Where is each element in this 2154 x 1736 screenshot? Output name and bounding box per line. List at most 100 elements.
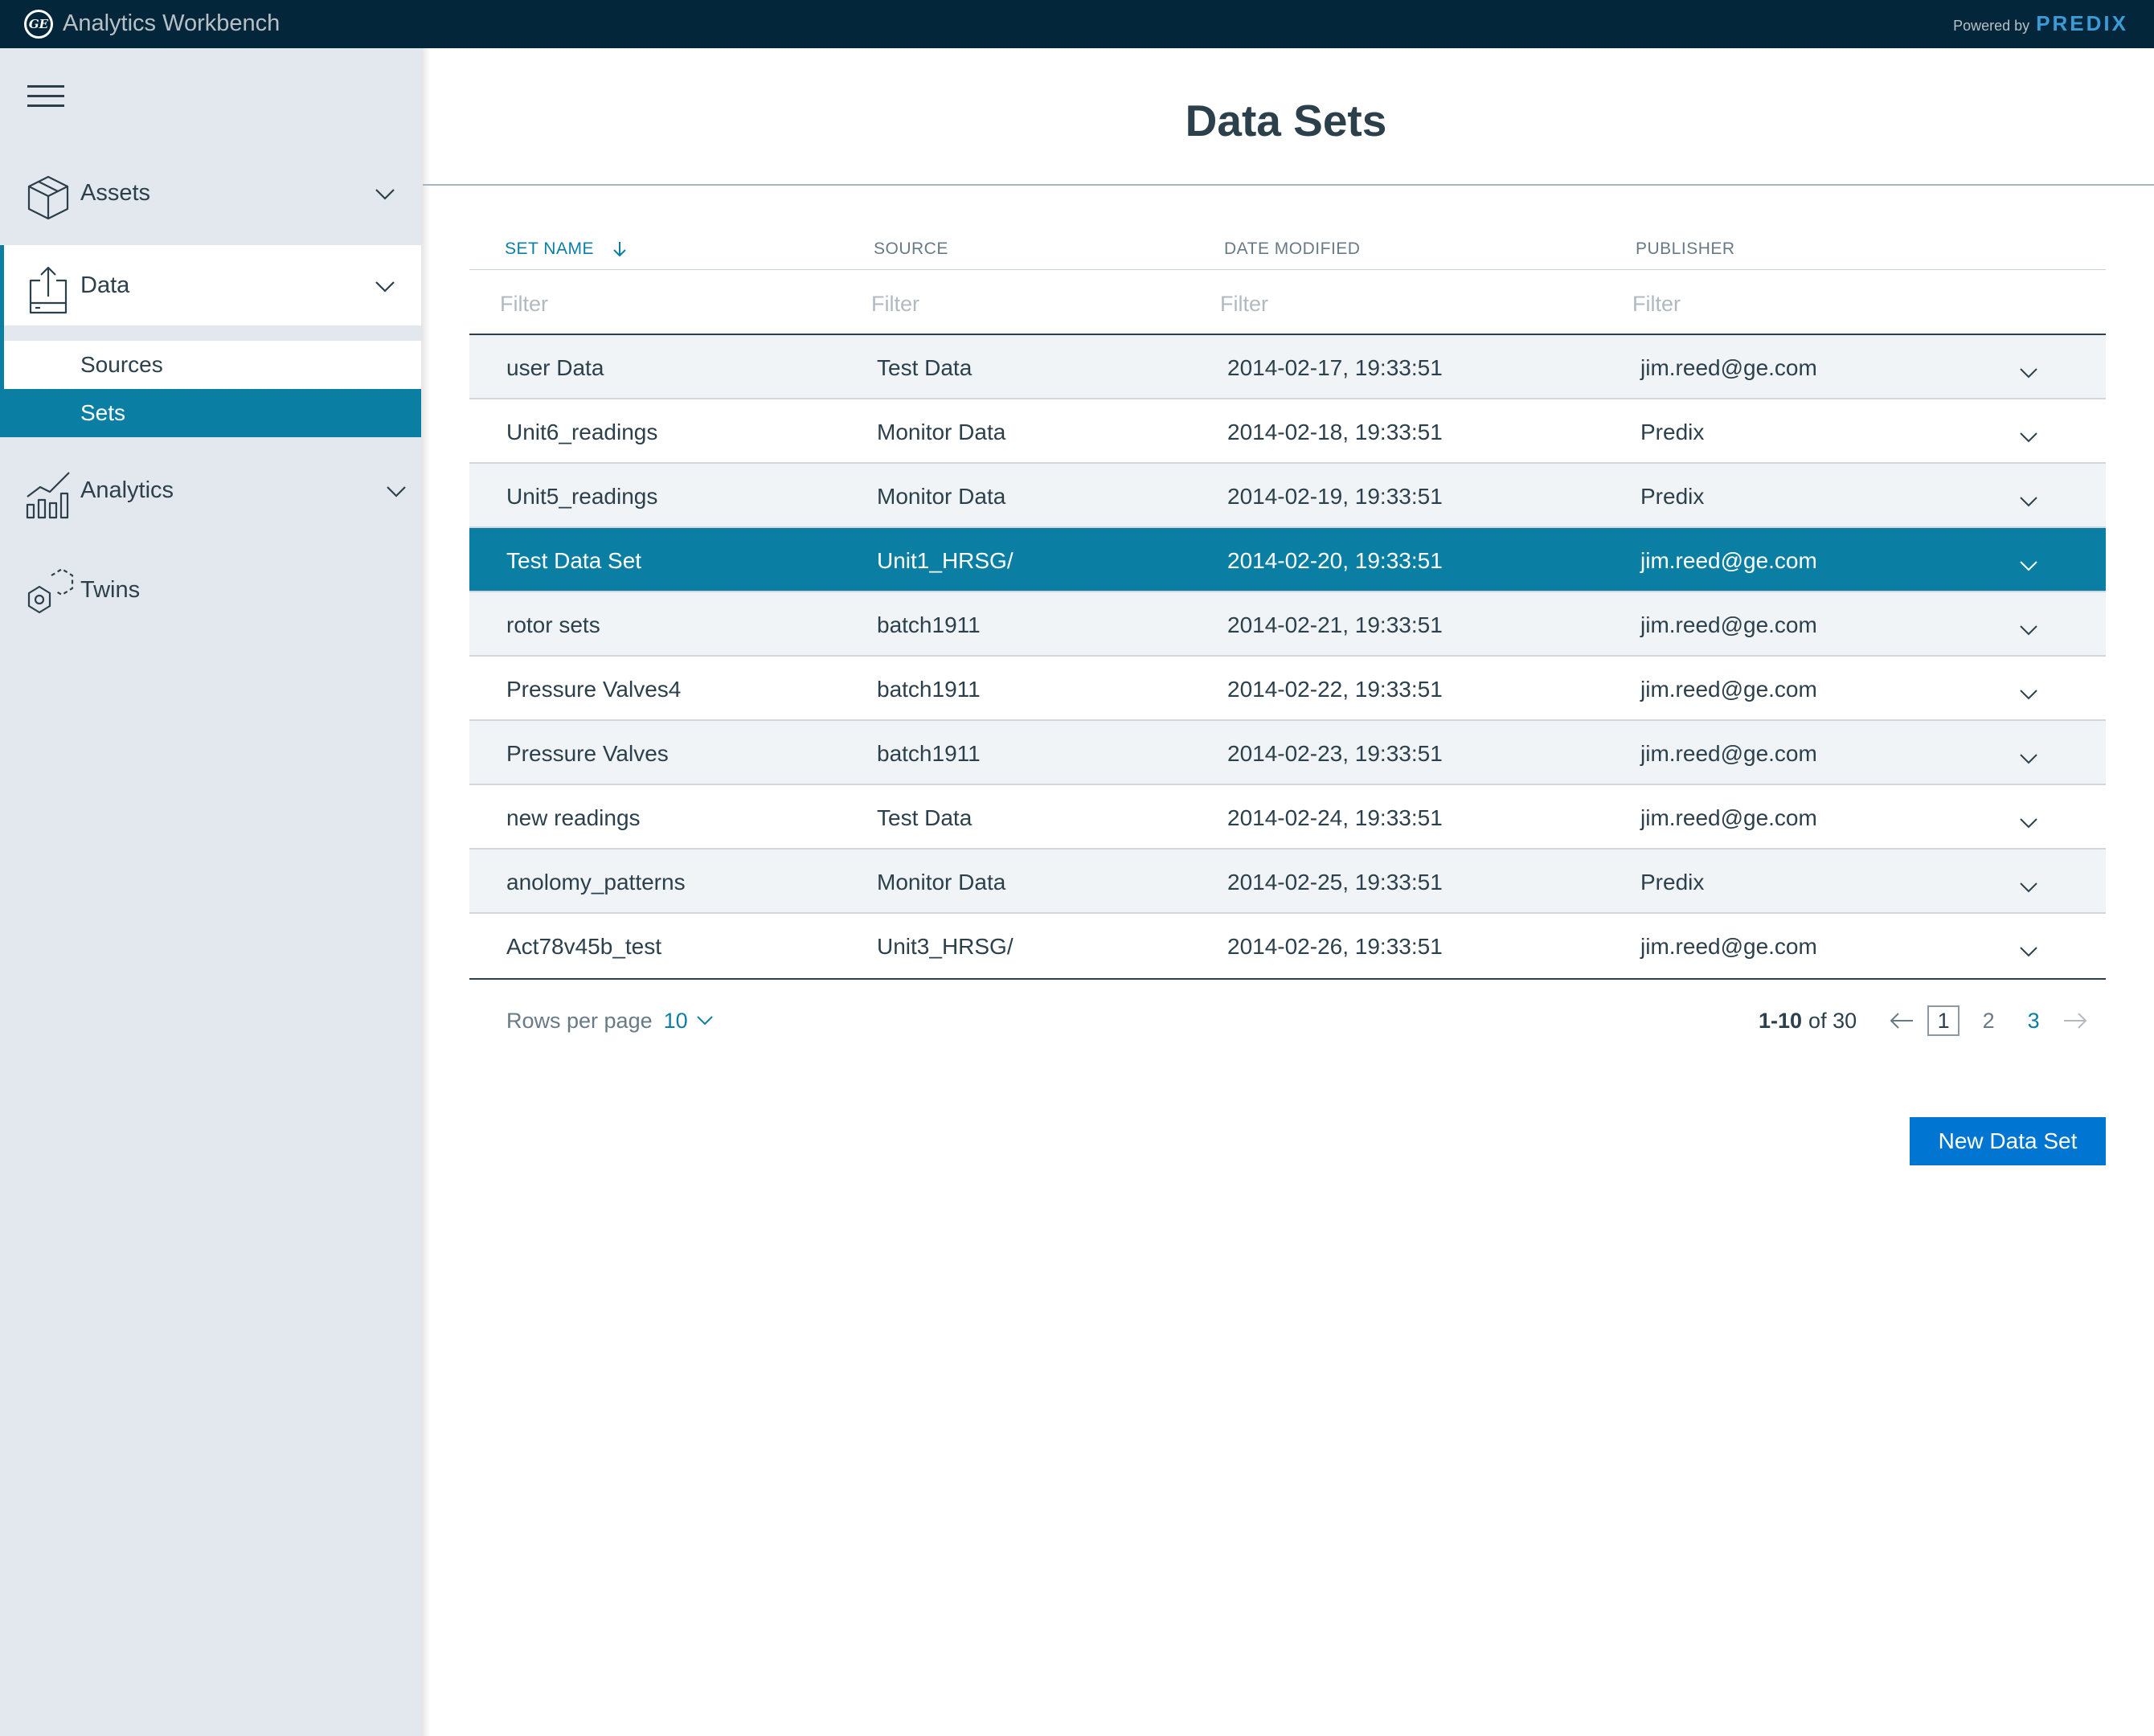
cell-date-modified: 2014-02-23, 19:33:51 xyxy=(1227,741,1443,766)
table-row[interactable]: Pressure Valves batch1911 2014-02-23, 19… xyxy=(469,721,2106,785)
cell-date-modified: 2014-02-26, 19:33:51 xyxy=(1227,934,1443,959)
cell-source: Test Data xyxy=(877,355,973,380)
table-row-selected[interactable]: Test Data Set Unit1_HRSG/ 2014-02-20, 19… xyxy=(469,528,2106,592)
expand-row-chevron-icon[interactable] xyxy=(2019,941,2038,960)
cell-publisher: jim.reed@ge.com xyxy=(1640,934,1817,959)
table-row[interactable]: Unit6_readings Monitor Data 2014-02-18, … xyxy=(469,399,2106,464)
table-row[interactable]: Act78v45b_test Unit3_HRSG/ 2014-02-26, 1… xyxy=(469,914,2106,978)
cell-set-name: Act78v45b_test xyxy=(506,934,662,959)
ge-logo-icon: GE xyxy=(24,10,53,39)
powered-by: Powered by PREDIX xyxy=(1953,11,2128,36)
expand-row-chevron-icon[interactable] xyxy=(2019,620,2038,639)
rows-per-page-select[interactable]: 10 xyxy=(664,1005,714,1037)
data-upload-icon xyxy=(29,266,68,314)
expand-row-chevron-icon[interactable] xyxy=(2019,362,2038,382)
page-range: 1-10 xyxy=(1759,1008,1803,1033)
cell-date-modified: 2014-02-21, 19:33:51 xyxy=(1227,612,1443,637)
sidebar-subitem-label: Sets xyxy=(80,400,126,425)
chevron-down-icon xyxy=(696,1016,713,1026)
column-header-date-modified[interactable]: DATE MODIFIED xyxy=(1224,237,1360,261)
header-divider xyxy=(469,269,2106,270)
column-header-source[interactable]: SOURCE xyxy=(874,237,948,261)
sidebar-item-label: Twins xyxy=(80,577,141,603)
new-data-set-button[interactable]: New Data Set xyxy=(1910,1117,2106,1165)
table-row[interactable]: user Data Test Data 2014-02-17, 19:33:51… xyxy=(469,335,2106,399)
column-header-label: SET NAME xyxy=(505,240,594,258)
expand-row-chevron-icon[interactable] xyxy=(2019,877,2038,896)
cell-source: batch1911 xyxy=(877,741,981,766)
cell-publisher: Predix xyxy=(1640,870,1705,895)
source-filter-input[interactable] xyxy=(871,286,1225,321)
pagination: 1-10 of 30 1 2 3 xyxy=(1759,1005,2088,1037)
publisher-filter-input[interactable] xyxy=(1632,286,1986,321)
predix-logo: PREDIX xyxy=(2036,11,2128,35)
cell-publisher: jim.reed@ge.com xyxy=(1640,741,1817,766)
cell-date-modified: 2014-02-19, 19:33:51 xyxy=(1227,484,1443,509)
cell-source: Test Data xyxy=(877,805,973,830)
set-name-filter-input[interactable] xyxy=(500,286,854,321)
sidebar-item-label: Assets xyxy=(80,180,151,206)
sidebar-shadow xyxy=(421,48,431,1736)
top-bar: GE Analytics Workbench Powered by PREDIX xyxy=(0,0,2154,48)
cell-date-modified: 2014-02-17, 19:33:51 xyxy=(1227,355,1443,380)
page-1-button[interactable]: 1 xyxy=(1927,1005,1960,1036)
table-row[interactable]: Unit5_readings Monitor Data 2014-02-19, … xyxy=(469,464,2106,528)
cell-publisher: jim.reed@ge.com xyxy=(1640,612,1817,637)
title-divider xyxy=(423,184,2154,186)
page-3-button[interactable]: 3 xyxy=(2017,1005,2050,1036)
cell-set-name: user Data xyxy=(506,355,604,380)
chevron-down-icon[interactable] xyxy=(386,481,407,502)
page-title: Data Sets xyxy=(1185,96,1387,145)
powered-by-label: Powered by xyxy=(1953,18,2030,34)
date-modified-filter-input[interactable] xyxy=(1220,286,1574,321)
table-row[interactable]: Pressure Valves4 batch1911 2014-02-22, 1… xyxy=(469,657,2106,721)
expand-row-chevron-icon[interactable] xyxy=(2019,748,2038,768)
cell-set-name: anolomy_patterns xyxy=(506,870,686,895)
cell-source: Unit1_HRSG/ xyxy=(877,548,1014,573)
cell-set-name: rotor sets xyxy=(506,612,600,637)
chevron-down-icon[interactable] xyxy=(375,276,395,297)
expand-row-chevron-icon[interactable] xyxy=(2019,491,2038,510)
expand-row-chevron-icon[interactable] xyxy=(2019,555,2038,575)
cell-date-modified: 2014-02-25, 19:33:51 xyxy=(1227,870,1443,895)
sidebar-item-analytics[interactable]: Analytics xyxy=(0,450,421,530)
data-sets-table-body: user Data Test Data 2014-02-17, 19:33:51… xyxy=(469,335,2106,978)
sort-descending-icon[interactable] xyxy=(612,240,628,258)
table-row[interactable]: new readings Test Data 2014-02-24, 19:33… xyxy=(469,785,2106,850)
page-2-button[interactable]: 2 xyxy=(1972,1005,2005,1036)
table-row[interactable]: anolomy_patterns Monitor Data 2014-02-25… xyxy=(469,850,2106,914)
sidebar-subitem-sets[interactable]: Sets xyxy=(0,389,421,437)
table-row[interactable]: rotor sets batch1911 2014-02-21, 19:33:5… xyxy=(469,592,2106,657)
sidebar-subitem-label: Sources xyxy=(80,352,163,377)
sidebar-item-twins[interactable]: Twins xyxy=(0,550,421,630)
chevron-down-icon[interactable] xyxy=(375,183,395,204)
cell-source: Unit3_HRSG/ xyxy=(877,934,1014,959)
cell-publisher: Predix xyxy=(1640,484,1705,509)
expand-row-chevron-icon[interactable] xyxy=(2019,813,2038,832)
rows-per-page-label: Rows per page xyxy=(506,1009,653,1033)
next-page-arrow-icon[interactable] xyxy=(2062,1011,2088,1030)
sidebar-item-label: Analytics xyxy=(80,477,174,503)
previous-page-arrow-icon[interactable] xyxy=(1889,1011,1914,1030)
cell-set-name: Unit5_readings xyxy=(506,484,658,509)
cell-source: batch1911 xyxy=(877,677,981,702)
expand-row-chevron-icon[interactable] xyxy=(2019,684,2038,703)
cell-date-modified: 2014-02-18, 19:33:51 xyxy=(1227,420,1443,444)
column-header-publisher[interactable]: PUBLISHER xyxy=(1636,237,1735,261)
expand-row-chevron-icon[interactable] xyxy=(2019,427,2038,446)
cell-source: Monitor Data xyxy=(877,420,1006,444)
app-title: Analytics Workbench xyxy=(63,10,281,36)
rows-per-page: Rows per page 10 xyxy=(506,1005,714,1037)
hamburger-menu-icon[interactable] xyxy=(27,85,64,108)
sidebar-item-data[interactable]: Data xyxy=(0,245,421,326)
table-bottom-divider xyxy=(469,978,2106,980)
active-section-indicator xyxy=(0,245,4,437)
sidebar-item-assets[interactable]: Assets xyxy=(0,153,421,233)
cell-date-modified: 2014-02-22, 19:33:51 xyxy=(1227,677,1443,702)
rows-per-page-value: 10 xyxy=(663,1009,688,1033)
cell-date-modified: 2014-02-20, 19:33:51 xyxy=(1227,548,1443,573)
cube-icon xyxy=(27,175,69,220)
cell-source: Monitor Data xyxy=(877,484,1006,509)
sidebar-subitem-sources[interactable]: Sources xyxy=(0,341,421,389)
column-header-set-name[interactable]: SET NAME xyxy=(505,237,628,261)
